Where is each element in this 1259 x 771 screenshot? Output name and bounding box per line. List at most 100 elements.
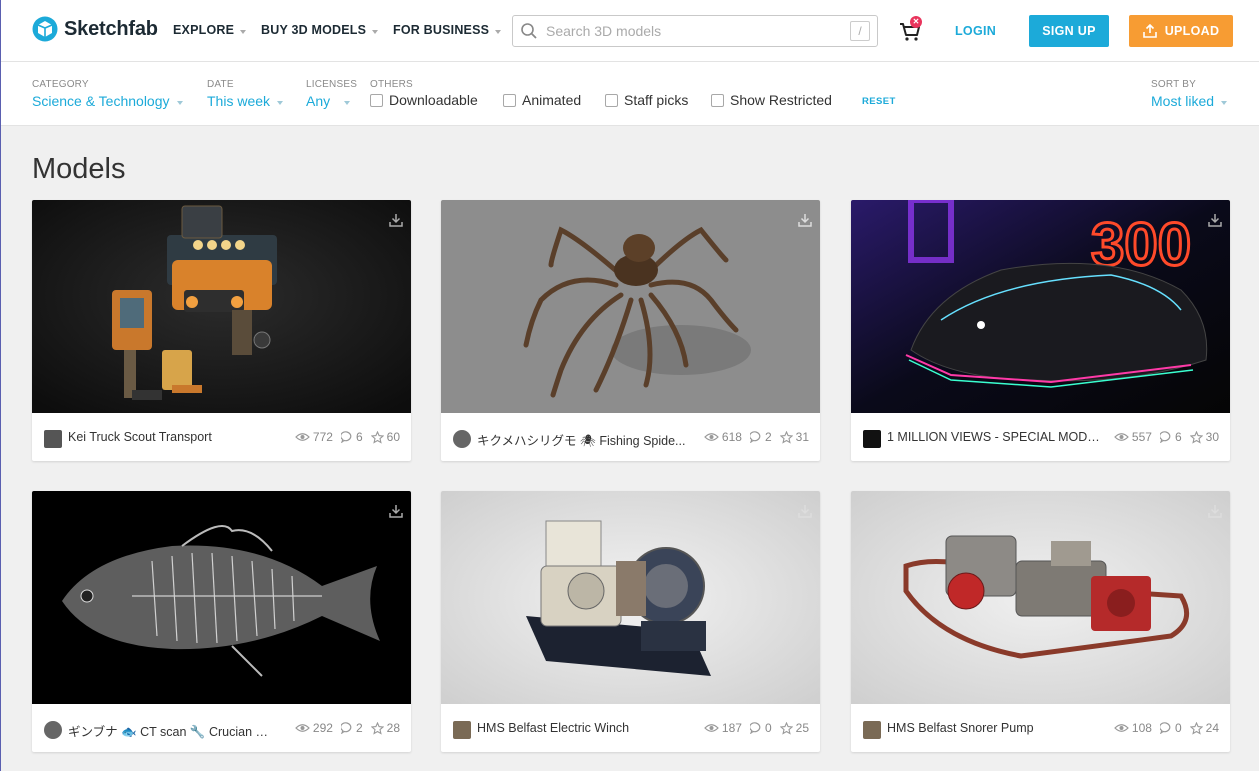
filter-category-value[interactable]: Science & Technology [32,93,183,109]
checkbox-box[interactable] [711,93,724,107]
eye-icon [1114,724,1129,732]
nav-buy-3d-models[interactable]: BUY 3D MODELS [261,23,379,37]
model-card[interactable]: HMS Belfast Electric Winch 187 0 25 [441,491,820,752]
filter-category[interactable]: CATEGORY Science & Technology [32,79,183,109]
login-link[interactable]: LOGIN [955,24,996,38]
views-stat: 187 [704,721,742,735]
nav-for-business[interactable]: FOR BUSINESS [393,23,502,37]
star-icon [370,721,384,735]
views-stat: 772 [295,430,333,444]
model-card-footer: キクメハシリグモ 🕷 Fishing Spide... 618 2 31 [441,413,820,461]
author-avatar[interactable] [453,430,471,448]
nav-explore-label: EXPLORE [173,23,235,37]
filter-licenses[interactable]: LICENSES Any [306,79,357,109]
sort-by-label: SORT BY [1151,79,1196,90]
model-thumbnail[interactable] [441,491,820,704]
model-card[interactable]: HMS Belfast Snorer Pump 108 0 24 [851,491,1230,752]
model-card[interactable]: ギンブナ 🐟 CT scan 🔧 Crucian C... 292 2 28 [32,491,411,752]
download-icon[interactable] [798,213,812,227]
checkbox-staff-picks[interactable]: Staff picks [605,92,688,108]
sort-by-text: Most liked [1151,93,1215,109]
model-card[interactable]: Kei Truck Scout Transport 772 6 60 [32,200,411,461]
download-icon[interactable] [798,504,812,518]
spider-thumbnail-image [441,200,820,413]
likes-stat[interactable]: 25 [779,721,809,735]
upload-button[interactable]: UPLOAD [1129,15,1233,47]
chevron-down-icon [240,30,247,34]
author-avatar[interactable] [453,721,471,739]
chevron-down-icon [344,101,351,105]
filter-date-label: DATE [207,79,234,90]
search-icon [521,23,537,39]
model-title[interactable]: Kei Truck Scout Transport [68,430,212,444]
checkbox-show-restricted[interactable]: Show Restricted [711,92,832,108]
sort-by[interactable]: SORT BY Most liked [1151,79,1228,109]
model-title[interactable]: ギンブナ 🐟 CT scan 🔧 Crucian C... [68,721,273,740]
model-card[interactable]: キクメハシリグモ 🕷 Fishing Spide... 618 2 31 [441,200,820,461]
reset-filters-link[interactable]: RESET [862,96,896,107]
comments-stat: 2 [749,430,772,444]
signup-button[interactable]: SIGN UP [1029,15,1109,47]
model-title[interactable]: HMS Belfast Snorer Pump [887,721,1034,735]
likes-stat[interactable]: 28 [370,721,400,735]
download-icon[interactable] [1208,213,1222,227]
comments-stat: 0 [749,721,772,735]
author-avatar[interactable] [44,430,62,448]
filter-date-value[interactable]: This week [207,93,284,109]
upload-icon [1142,24,1157,38]
download-icon[interactable] [1208,504,1222,518]
comments-count: 2 [355,721,363,735]
filter-date[interactable]: DATE This week [207,79,284,109]
chevron-down-icon [176,101,183,105]
model-card-footer: ギンブナ 🐟 CT scan 🔧 Crucian C... 292 2 28 [32,704,411,752]
author-avatar[interactable] [44,721,62,739]
likes-stat[interactable]: 60 [370,430,400,444]
views-count: 557 [1131,430,1152,444]
likes-stat[interactable]: 30 [1189,430,1219,444]
nav-explore[interactable]: EXPLORE [173,23,247,37]
model-thumbnail[interactable] [32,200,411,413]
checkbox-box[interactable] [605,93,618,107]
sort-by-value[interactable]: Most liked [1151,93,1228,109]
model-thumbnail[interactable]: 300 [851,200,1230,413]
nav-business-label: FOR BUSINESS [393,23,490,37]
comment-icon [1159,722,1171,734]
likes-stat[interactable]: 24 [1189,721,1219,735]
fish-xray-thumbnail-image [32,491,411,704]
author-avatar[interactable] [863,430,881,448]
checkbox-downloadable-label: Downloadable [389,92,478,108]
comments-stat: 6 [1159,430,1182,444]
likes-stat[interactable]: 31 [779,430,809,444]
model-card[interactable]: 300 1 MILLION VIEWS - SPECIAL MODEL 557 … [851,200,1230,461]
checkbox-downloadable[interactable]: Downloadable [370,92,478,108]
model-thumbnail[interactable] [32,491,411,704]
likes-count: 24 [1205,721,1219,735]
page: Sketchfab EXPLORE BUY 3D MODELS FOR BUSI… [0,0,1259,771]
filter-licenses-value[interactable]: Any [306,93,357,109]
checkbox-box[interactable] [370,93,383,107]
download-icon[interactable] [389,213,403,227]
model-thumbnail[interactable] [441,200,820,413]
model-title[interactable]: キクメハシリグモ 🕷 Fishing Spide... [477,430,685,449]
sketchfab-logo-icon [32,16,58,42]
sketchfab-logo[interactable]: Sketchfab [32,16,158,42]
likes-count: 25 [795,721,809,735]
author-avatar[interactable] [863,721,881,739]
model-title[interactable]: HMS Belfast Electric Winch [477,721,629,735]
model-title[interactable]: 1 MILLION VIEWS - SPECIAL MODEL [887,430,1102,444]
search-input[interactable] [546,23,836,39]
views-stat: 292 [295,721,333,735]
model-stats: 618 2 31 [696,430,809,444]
views-stat: 618 [704,430,742,444]
filter-others-label: OTHERS [370,79,413,90]
comment-icon [340,431,352,443]
checkbox-box[interactable] [503,93,516,107]
eye-icon [704,433,719,441]
model-thumbnail[interactable] [851,491,1230,704]
views-count: 108 [1131,721,1152,735]
nav-buy-label: BUY 3D MODELS [261,23,367,37]
download-icon[interactable] [389,504,403,518]
comments-count: 0 [1174,721,1182,735]
checkbox-animated[interactable]: Animated [503,92,581,108]
star-icon [1189,430,1203,444]
